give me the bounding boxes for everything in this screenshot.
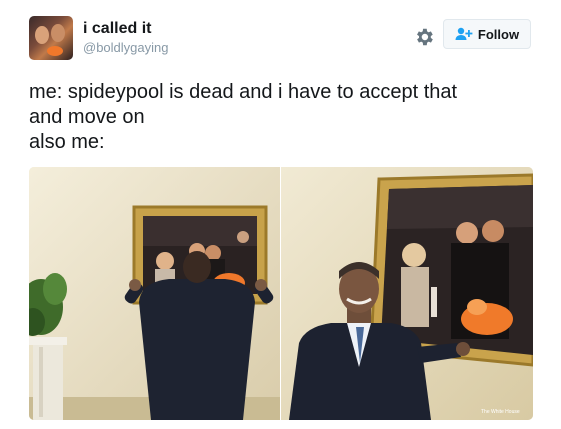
display-name[interactable]: i called it [83, 20, 168, 38]
tweet-line: and move on [29, 106, 145, 128]
tweet-text: me: spideypool is dead and i have to acc… [29, 80, 539, 155]
tweet-line: me: spideypool is dead and i have to acc… [29, 81, 458, 103]
add-user-icon [455, 27, 473, 40]
photo-left[interactable] [29, 167, 280, 420]
tweet-line: also me: [29, 131, 105, 153]
watermark: The White House [481, 409, 520, 415]
gear-icon[interactable] [413, 26, 435, 48]
follow-label: Follow [477, 26, 520, 42]
avatar[interactable] [29, 16, 73, 60]
photo-right[interactable]: The White House [281, 167, 533, 420]
tweet-header: i called it @boldlygaying Follow [29, 16, 533, 64]
user-handle[interactable]: @boldlygaying [83, 40, 168, 56]
follow-button[interactable]: Follow [443, 19, 531, 49]
user-names: i called it @boldlygaying [83, 20, 168, 56]
tweet-media[interactable]: The White House [29, 167, 533, 420]
